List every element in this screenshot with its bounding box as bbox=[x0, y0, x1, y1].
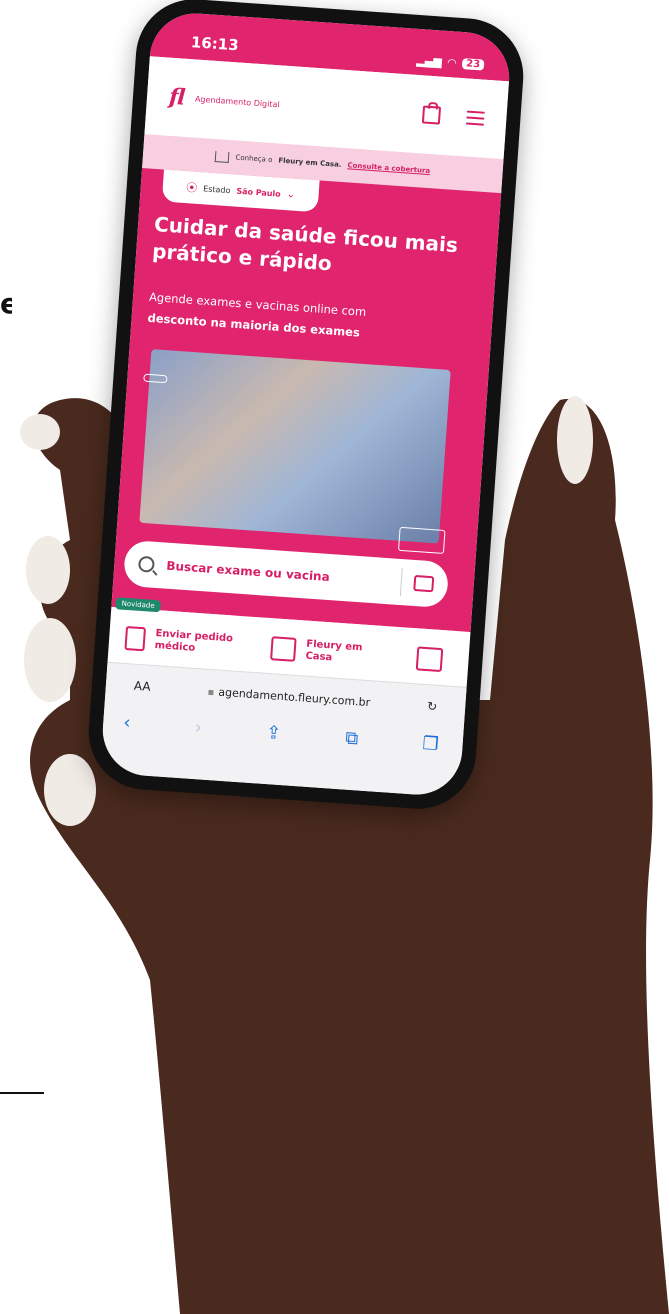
brand-logo: fl bbox=[168, 83, 186, 111]
battery-indicator: 23 bbox=[461, 58, 485, 71]
hero-section: ⦿ Estado São Paulo ⌄ Cuidar da saúde fic… bbox=[109, 167, 502, 692]
family-photo bbox=[139, 349, 451, 544]
search-divider bbox=[399, 568, 403, 597]
camera-icon[interactable] bbox=[413, 574, 435, 593]
state-value: São Paulo bbox=[236, 186, 282, 199]
hero-description: Agende exames e vacinas online com desco… bbox=[147, 287, 469, 352]
phone-screen: 16:13 ▂▄▆ ◠ 23 fl Agendamento Digital Co… bbox=[99, 10, 513, 798]
chevron-down-icon: ⌄ bbox=[286, 188, 296, 201]
search-icon bbox=[137, 555, 155, 573]
forward-icon[interactable]: › bbox=[194, 717, 203, 738]
search-input[interactable]: Buscar exame ou vacina bbox=[166, 559, 389, 589]
share-icon[interactable]: ⇪ bbox=[265, 722, 282, 744]
brand[interactable]: fl Agendamento Digital bbox=[168, 84, 280, 118]
banner-strong: Fleury em Casa. bbox=[278, 156, 342, 169]
status-icons: ▂▄▆ ◠ 23 bbox=[416, 54, 485, 72]
phone-device: 16:13 ▂▄▆ ◠ 23 fl Agendamento Digital Co… bbox=[84, 0, 528, 813]
card-calendar[interactable] bbox=[400, 627, 465, 692]
banner-prefix: Conheça o bbox=[235, 153, 273, 165]
house-icon bbox=[215, 150, 230, 163]
bookmarks-icon[interactable]: ⧉ bbox=[345, 728, 359, 750]
menu-icon[interactable] bbox=[465, 110, 485, 126]
card-label: Fleury em Casa bbox=[305, 638, 363, 664]
browser-chrome: AA ▪ agendamento.fleury.com.br ↻ ‹ › ⇪ ⧉ … bbox=[99, 661, 467, 798]
state-prefix: Estado bbox=[202, 183, 231, 195]
tabs-icon[interactable]: ❐ bbox=[422, 733, 440, 755]
lock-icon: ▪ bbox=[207, 686, 215, 699]
document-check-icon bbox=[124, 625, 146, 652]
brand-subtitle: Agendamento Digital bbox=[194, 94, 280, 109]
calendar-icon bbox=[415, 646, 444, 673]
status-time: 16:13 bbox=[190, 33, 240, 55]
carousel-indicator[interactable] bbox=[143, 373, 168, 384]
carousel-pause-frame[interactable] bbox=[397, 526, 446, 554]
signal-icon: ▂▄▆ bbox=[416, 53, 443, 69]
house-icon bbox=[270, 636, 297, 662]
hero-title: Cuidar da saúde ficou mais prático e ráp… bbox=[151, 212, 459, 276]
reload-icon[interactable]: ↻ bbox=[427, 699, 438, 714]
coverage-link[interactable]: Consulte a cobertura bbox=[347, 161, 430, 175]
pin-icon: ⦿ bbox=[185, 181, 198, 195]
bag-icon[interactable] bbox=[421, 105, 442, 125]
back-icon[interactable]: ‹ bbox=[123, 712, 132, 733]
wifi-icon: ◠ bbox=[447, 56, 457, 70]
card-label: Enviar pedido médico bbox=[154, 628, 234, 654]
text-size-button[interactable]: AA bbox=[133, 679, 151, 694]
